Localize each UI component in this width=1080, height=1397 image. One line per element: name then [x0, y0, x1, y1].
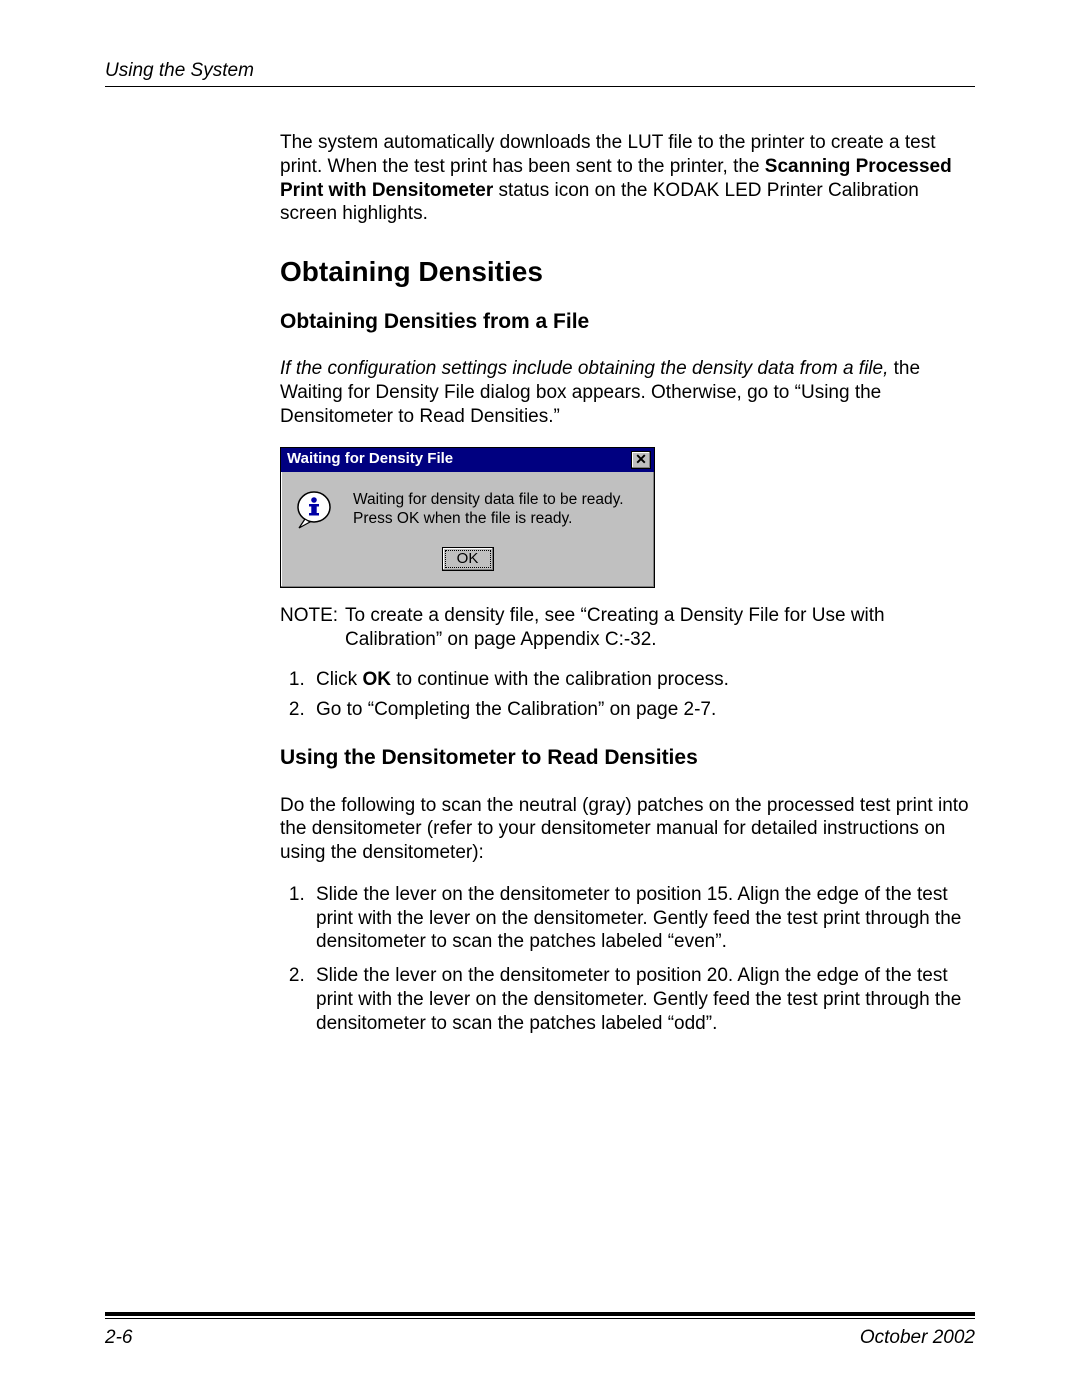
steps-densitometer: Slide the lever on the densitometer to p…: [280, 883, 975, 1036]
dens-step-1: Slide the lever on the densitometer to p…: [310, 883, 975, 954]
step-2: Go to “Completing the Calibration” on pa…: [310, 698, 975, 722]
heading-from-file: Obtaining Densities from a File: [280, 309, 975, 335]
note-label: NOTE:: [280, 604, 345, 652]
from-file-italic: If the configuration settings include ob…: [280, 358, 888, 379]
running-header: Using the System: [105, 60, 975, 82]
waiting-dialog: Waiting for Density File ✕ Waiting for d…: [280, 447, 655, 589]
info-icon: [295, 490, 335, 530]
page-number: 2-6: [105, 1327, 132, 1349]
densitometer-paragraph: Do the following to scan the neutral (gr…: [280, 794, 975, 865]
footer-date: October 2002: [860, 1327, 975, 1349]
step-1a: Click: [316, 669, 362, 690]
dialog-button-row: OK: [281, 536, 654, 588]
heading-obtaining-densities: Obtaining Densities: [280, 254, 975, 289]
dialog-line2: Press OK when the file is ready.: [353, 509, 624, 528]
dialog-body: Waiting for density data file to be read…: [281, 472, 654, 536]
ok-button[interactable]: OK: [442, 547, 494, 572]
note: NOTE: To create a density file, see “Cre…: [280, 604, 975, 652]
step-1: Click OK to continue with the calibratio…: [310, 668, 975, 692]
dialog-titlebar: Waiting for Density File ✕: [281, 448, 654, 472]
footer-rule-thin: [105, 1318, 975, 1319]
steps-file: Click OK to continue with the calibratio…: [280, 668, 975, 722]
step-1b: OK: [362, 669, 391, 690]
step-1c: to continue with the calibration process…: [391, 669, 729, 690]
dens-step-2: Slide the lever on the densitometer to p…: [310, 964, 975, 1035]
close-icon[interactable]: ✕: [631, 451, 651, 469]
dialog-title: Waiting for Density File: [287, 450, 453, 469]
from-file-paragraph: If the configuration settings include ob…: [280, 357, 975, 428]
main-content: The system automatically downloads the L…: [280, 131, 975, 1035]
intro-paragraph: The system automatically downloads the L…: [280, 131, 975, 226]
note-text: To create a density file, see “Creating …: [345, 604, 975, 652]
header-rule: [105, 86, 975, 87]
heading-densitometer: Using the Densitometer to Read Densities: [280, 745, 975, 771]
dialog-message: Waiting for density data file to be read…: [353, 490, 624, 529]
dialog-line1: Waiting for density data file to be read…: [353, 490, 624, 509]
footer-rule-thick: [105, 1312, 975, 1316]
page-footer: 2-6 October 2002: [105, 1312, 975, 1349]
